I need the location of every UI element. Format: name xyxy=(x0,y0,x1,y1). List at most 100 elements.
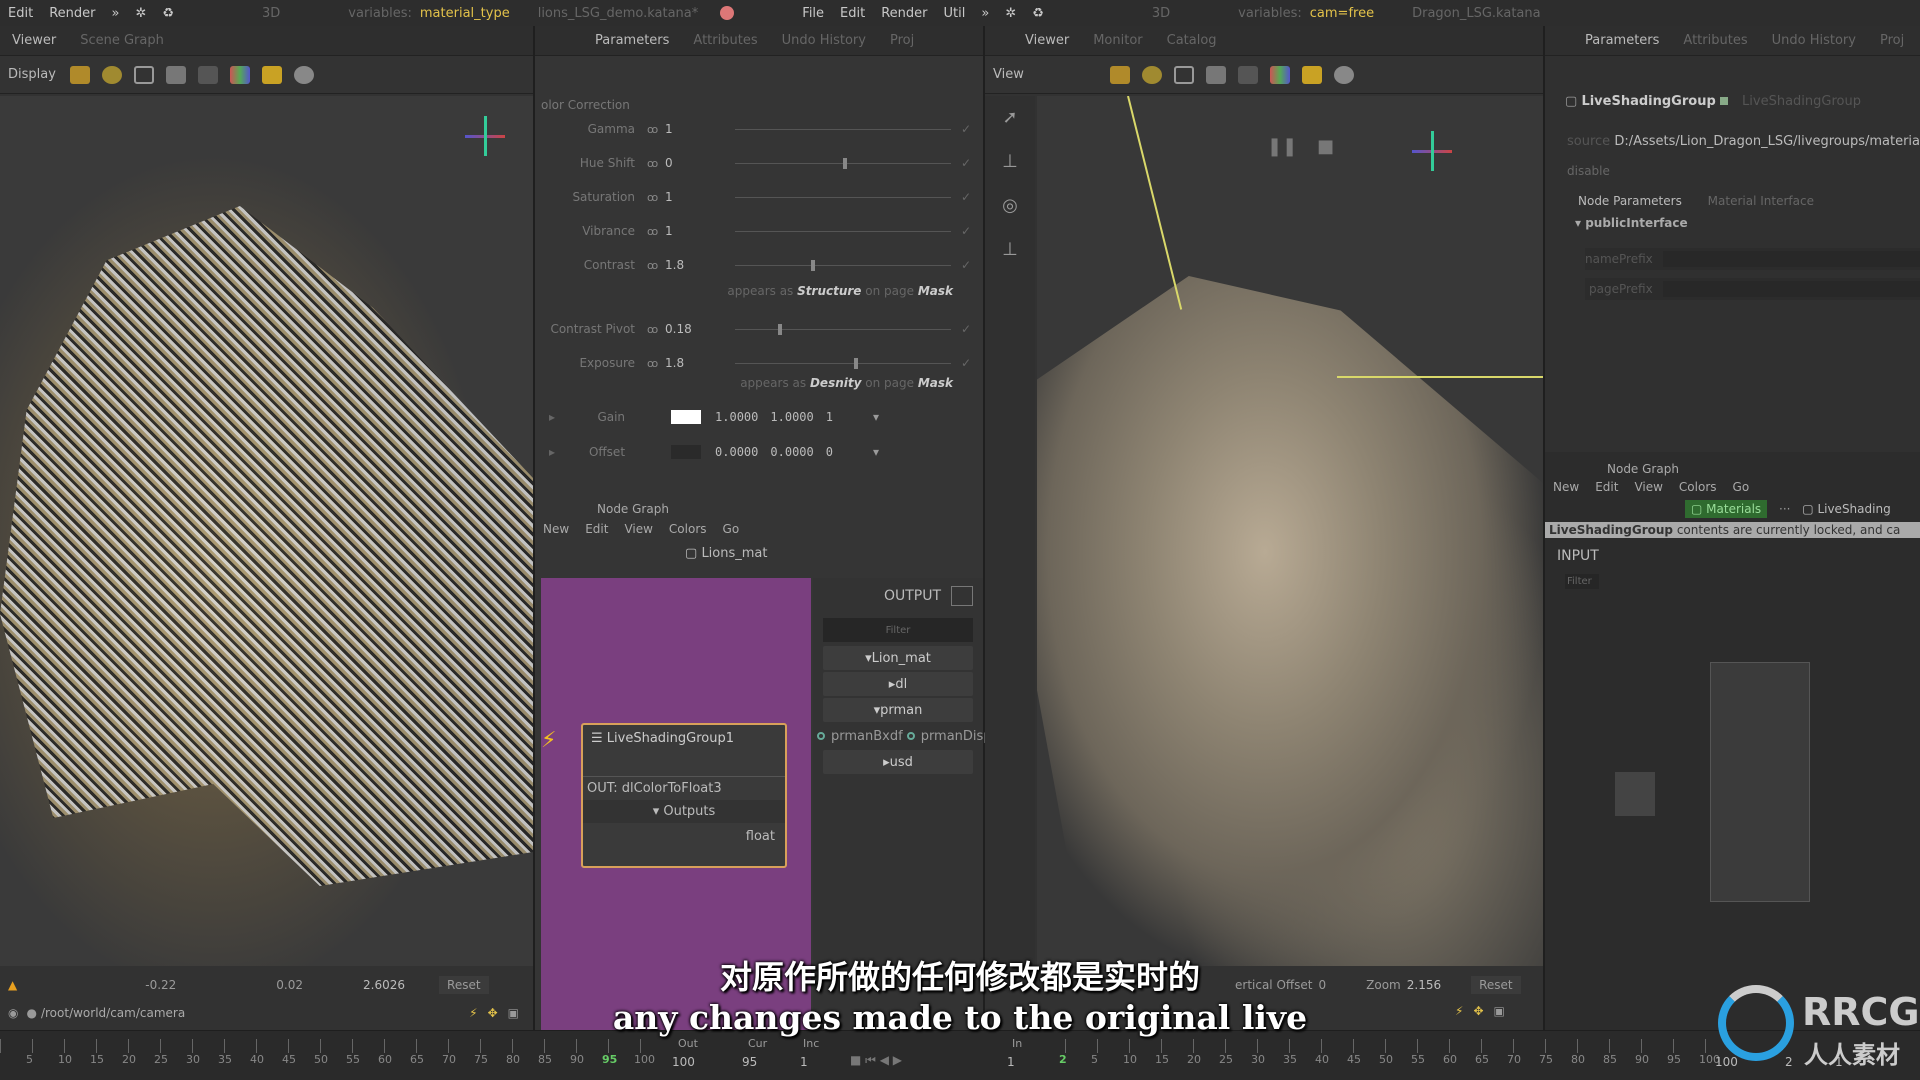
output-port-item[interactable]: prmanBxdf xyxy=(813,724,903,748)
ng-menu-view[interactable]: View xyxy=(624,522,652,536)
select-icon[interactable]: ➚ xyxy=(985,96,1035,140)
menu-edit[interactable]: Edit xyxy=(8,6,33,21)
cube-icon[interactable] xyxy=(69,65,90,84)
ng-r-new[interactable]: New xyxy=(1553,480,1579,494)
param-value[interactable]: 1 xyxy=(665,122,725,136)
reset-icon[interactable]: ✓ xyxy=(961,156,971,170)
param-value[interactable]: 1 xyxy=(665,224,725,238)
live-shading-group-node[interactable]: ☰ LiveShadingGroup1 OUT: dlColorToFloat3… xyxy=(581,723,787,868)
gain-swatch[interactable] xyxy=(671,410,702,424)
variables-value[interactable]: material_type xyxy=(420,6,510,21)
slider-knob[interactable] xyxy=(842,157,847,169)
reset-icon[interactable]: ✓ xyxy=(961,322,971,336)
param-slider[interactable] xyxy=(735,323,951,335)
in-frame[interactable]: 1 xyxy=(1007,1055,1015,1069)
sphere-icon[interactable] xyxy=(1141,65,1162,84)
cur-frame[interactable]: 95 xyxy=(742,1055,757,1069)
reset-icon[interactable]: ✓ xyxy=(961,224,971,238)
playback-controls[interactable]: ■ ⏮ ◀ ▶ xyxy=(850,1053,902,1068)
reset-icon[interactable]: ✓ xyxy=(961,258,971,272)
manipulator-icon[interactable] xyxy=(229,65,250,84)
name-prefix-input[interactable] xyxy=(1662,251,1920,267)
param-slider[interactable] xyxy=(735,196,951,198)
menu-util[interactable]: Util xyxy=(944,6,966,21)
ng-menu-edit[interactable]: Edit xyxy=(585,522,608,536)
output-icon[interactable] xyxy=(951,586,973,606)
gain-b[interactable]: 1 xyxy=(826,410,833,424)
ng-r-view[interactable]: View xyxy=(1634,480,1662,494)
node-name[interactable]: LiveShadingGroup xyxy=(1581,94,1715,109)
cur-frame-r[interactable]: 2 xyxy=(1785,1055,1793,1069)
frame-icon[interactable] xyxy=(1173,65,1194,84)
param-slider[interactable] xyxy=(735,157,951,169)
param-value[interactable]: 1 xyxy=(665,190,725,204)
gain-r[interactable]: 1.0000 xyxy=(715,410,758,424)
param-value[interactable]: 0 xyxy=(665,156,725,170)
rotate-icon[interactable]: ◎ xyxy=(985,184,1035,228)
view-menu[interactable]: View xyxy=(993,67,1024,82)
tab-viewer-r[interactable]: Viewer xyxy=(1025,33,1069,48)
menu-more-r[interactable]: » xyxy=(981,6,989,21)
tab-monitor[interactable]: Monitor xyxy=(1093,33,1142,48)
lock-icon[interactable]: ꝏ xyxy=(647,123,661,136)
scale-icon[interactable]: ⊥ xyxy=(985,228,1035,272)
param-slider[interactable] xyxy=(735,357,951,369)
menu-render[interactable]: Render xyxy=(49,6,95,21)
out-frame-r[interactable]: 100 xyxy=(1715,1055,1738,1069)
gear-icon[interactable]: ✲ xyxy=(1005,6,1016,21)
timeline-left[interactable]: 1510152025303540455055606570758085909510… xyxy=(0,1030,985,1080)
tab-attributes-r[interactable]: Attributes xyxy=(1683,33,1747,48)
lock-icon[interactable]: ꝏ xyxy=(647,323,661,336)
node-outputs[interactable]: ▾ Outputs xyxy=(583,800,785,823)
param-value[interactable]: 1.8 xyxy=(665,356,725,370)
menu-render-r[interactable]: Render xyxy=(881,6,927,21)
frame-icon[interactable] xyxy=(133,65,154,84)
lock-icon[interactable]: ꝏ xyxy=(647,357,661,370)
right-viewport[interactable]: ❚❚ ■ xyxy=(1037,96,1543,966)
dropdown-icon[interactable]: ▾ xyxy=(873,445,879,459)
ng-menu-go[interactable]: Go xyxy=(723,522,740,536)
tab-node-parameters[interactable]: Node Parameters xyxy=(1578,194,1682,208)
menu-edit-r[interactable]: Edit xyxy=(840,6,865,21)
small-node[interactable] xyxy=(1615,772,1655,816)
lock-icon[interactable]: ꝏ xyxy=(647,191,661,204)
tab-catalog[interactable]: Catalog xyxy=(1167,33,1217,48)
ng-r-go[interactable]: Go xyxy=(1733,480,1750,494)
reset-icon[interactable]: ✓ xyxy=(961,190,971,204)
param-value[interactable]: 0.18 xyxy=(665,322,725,336)
manipulator-icon[interactable] xyxy=(1269,65,1290,84)
gear-icon[interactable]: ✲ xyxy=(135,6,146,21)
menu-more[interactable]: » xyxy=(111,6,119,21)
pause-icon[interactable]: ❚❚ xyxy=(1267,136,1297,157)
slider-knob[interactable] xyxy=(810,259,815,271)
section-title[interactable]: olor Correction xyxy=(541,98,630,112)
crumb-more[interactable]: ··· xyxy=(1779,502,1790,516)
slider-knob[interactable] xyxy=(778,323,783,335)
light-icon[interactable] xyxy=(165,65,186,84)
inc-frame[interactable]: 1 xyxy=(800,1055,808,1069)
refresh-icon[interactable]: ♻ xyxy=(1032,6,1044,21)
tab-scene-graph[interactable]: Scene Graph xyxy=(80,33,164,48)
display-menu[interactable]: Display xyxy=(8,67,56,82)
node-port-float[interactable]: float xyxy=(583,823,785,850)
tab-undo-history[interactable]: Undo History xyxy=(782,33,866,48)
reset-icon[interactable]: ✓ xyxy=(961,122,971,136)
group-usd[interactable]: ▸ usd xyxy=(823,750,973,774)
gain-g[interactable]: 1.0000 xyxy=(770,410,813,424)
tab-viewer[interactable]: Viewer xyxy=(12,33,56,48)
ng-r-colors[interactable]: Colors xyxy=(1679,480,1717,494)
public-interface-group[interactable]: ▾ publicInterface xyxy=(1575,216,1688,230)
param-value[interactable]: 1.8 xyxy=(665,258,725,272)
tab-undo-r[interactable]: Undo History xyxy=(1772,33,1856,48)
shading-icon[interactable] xyxy=(1237,65,1258,84)
sphere-icon[interactable] xyxy=(101,65,122,84)
eye-icon[interactable] xyxy=(1333,65,1354,84)
tab-parameters-r[interactable]: Parameters xyxy=(1585,33,1659,48)
crumb-materials[interactable]: ▢ Materials xyxy=(1685,500,1768,518)
3d-mode-r[interactable]: 3D xyxy=(1152,6,1170,21)
breadcrumb-lions-mat[interactable]: Lions_mat xyxy=(701,546,767,561)
param-slider[interactable] xyxy=(735,259,951,271)
slider-knob[interactable] xyxy=(853,357,858,369)
param-slider[interactable] xyxy=(735,230,951,232)
translate-icon[interactable]: ⊥ xyxy=(985,140,1035,184)
